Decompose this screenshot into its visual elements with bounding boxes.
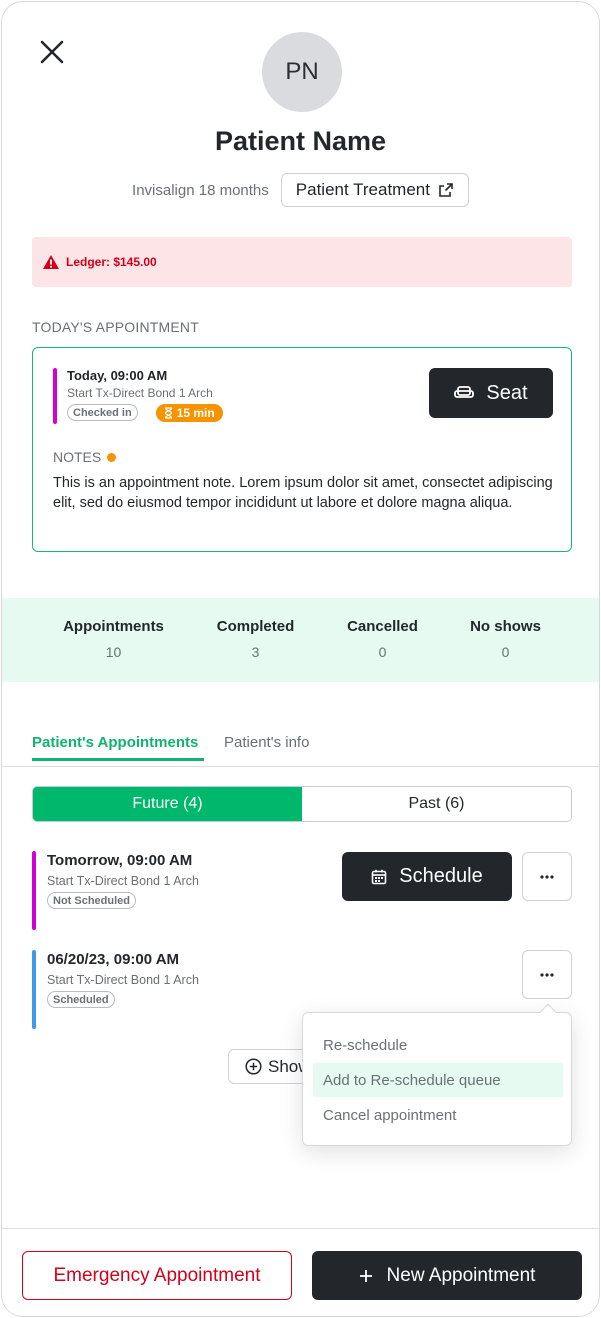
close-icon — [40, 40, 64, 64]
menu-item-cancel-appointment[interactable]: Cancel appointment — [313, 1098, 563, 1132]
treatment-plan: Invisalign 18 months — [132, 181, 269, 199]
ledger-alert: Ledger: $145.00 — [32, 237, 572, 287]
new-appointment-button[interactable]: New Appointment — [312, 1251, 582, 1300]
active-tab-indicator — [32, 758, 204, 761]
options-menu: Re-schedule Add to Re-schedule queue Can… — [302, 1003, 572, 1146]
timer-badge: 15 min — [155, 404, 223, 422]
seat-label: Seat — [486, 381, 528, 404]
more-icon — [540, 972, 554, 977]
patient-treatment-label: Patient Treatment — [295, 180, 430, 199]
appointment-time: Today, 09:00 AM — [67, 368, 168, 383]
notes-indicator-dot — [107, 452, 117, 462]
seat-button[interactable]: Seat — [429, 368, 553, 418]
appointment-procedure: Start Tx-Direct Bond 1 Arch — [47, 874, 199, 888]
warning-icon — [43, 255, 59, 269]
notes-label: NOTES — [53, 449, 117, 465]
more-options-button[interactable] — [522, 852, 572, 901]
stat-label: Appointments — [63, 618, 164, 635]
plus-circle-icon — [245, 1058, 262, 1075]
ledger-text: Ledger: $145.00 — [66, 255, 157, 269]
appointment-procedure: Start Tx-Direct Bond 1 Arch — [47, 973, 199, 987]
tabs: Patient's Appointments Patient's info — [2, 730, 599, 767]
stat-label: Completed — [216, 618, 295, 635]
stat-label: No shows — [470, 618, 541, 635]
external-link-icon — [439, 183, 453, 197]
patient-treatment-button[interactable]: Patient Treatment — [280, 173, 469, 207]
plan-row: Invisalign 18 months Patient Treatment — [2, 173, 599, 207]
segment-past[interactable]: Past (6) — [302, 787, 571, 821]
stat-value: 0 — [501, 644, 510, 660]
appointment-time: 06/20/23, 09:00 AM — [47, 951, 180, 968]
notes-text: This is an appointment note. Lorem ipsum… — [53, 475, 553, 511]
appointment-color-bar — [53, 368, 57, 424]
status-badge: Not Scheduled — [47, 892, 137, 909]
avatar: PN — [262, 32, 342, 112]
patient-panel: PN Patient Name Invisalign 18 months Pat… — [1, 1, 600, 1317]
hourglass-icon — [164, 407, 172, 419]
avatar-initials: PN — [285, 58, 319, 85]
segment-future[interactable]: Future (4) — [33, 787, 302, 821]
future-past-toggle: Future (4) Past (6) — [32, 786, 572, 822]
tab-patients-appointments[interactable]: Patient's Appointments — [32, 734, 198, 751]
emergency-appointment-button[interactable]: Emergency Appointment — [22, 1251, 292, 1300]
stat-value: 0 — [378, 644, 387, 660]
plus-icon — [359, 1269, 372, 1282]
footer: Emergency Appointment New Appointment — [2, 1228, 599, 1316]
chair-icon — [454, 386, 475, 398]
status-badge: Checked in — [67, 404, 138, 421]
menu-caret — [539, 1003, 557, 1021]
timer-label: 15 min — [176, 406, 215, 420]
today-appointment-card: Today, 09:00 AM Start Tx-Direct Bond 1 A… — [32, 347, 572, 552]
new-appointment-label: New Appointment — [386, 1264, 536, 1286]
menu-item-add-to-reschedule-queue[interactable]: Add to Re-schedule queue — [313, 1063, 563, 1097]
more-icon — [540, 874, 554, 879]
appointment-time: Tomorrow, 09:00 AM — [47, 852, 193, 869]
schedule-button[interactable]: Schedule — [342, 852, 512, 901]
stat-completed: Completed 3 — [215, 618, 296, 660]
status-badge: Scheduled — [47, 991, 115, 1008]
stats-bar: Appointments 10 Completed 3 Cancelled 0 … — [2, 598, 599, 682]
appointment-chips: Checked in 15 min — [67, 404, 223, 422]
menu-item-reschedule[interactable]: Re-schedule — [313, 1028, 563, 1062]
stat-label: Cancelled — [347, 618, 418, 635]
calendar-icon — [371, 869, 387, 884]
appointment-procedure: Start Tx-Direct Bond 1 Arch — [67, 386, 213, 400]
stat-no-shows: No shows 0 — [469, 618, 542, 660]
stat-value: 3 — [251, 644, 260, 660]
stat-value: 10 — [105, 644, 122, 660]
stat-appointments: Appointments 10 — [62, 618, 165, 660]
schedule-label: Schedule — [399, 865, 483, 887]
stat-cancelled: Cancelled 0 — [346, 618, 419, 660]
close-button[interactable] — [36, 36, 68, 68]
more-options-button[interactable] — [522, 950, 572, 999]
appointment-color-bar — [32, 950, 36, 1029]
appointment-color-bar — [32, 851, 36, 930]
today-section-label: TODAY'S APPOINTMENT — [32, 319, 199, 335]
tab-patients-info[interactable]: Patient's info — [224, 734, 309, 751]
notes-label-text: NOTES — [53, 449, 102, 465]
patient-name: Patient Name — [214, 126, 387, 156]
